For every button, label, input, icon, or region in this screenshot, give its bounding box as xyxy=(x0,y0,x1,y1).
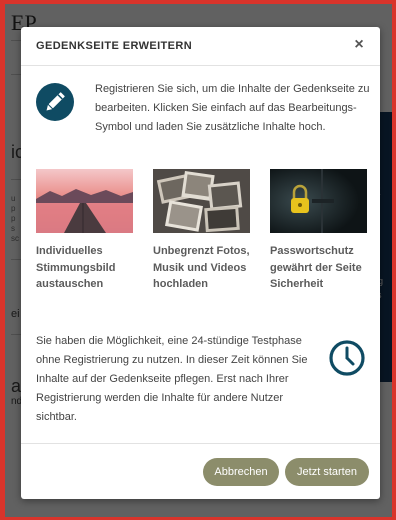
padlock-image xyxy=(270,169,367,233)
trial-section: Sie haben die Möglichkeit, eine 24-stünd… xyxy=(36,332,366,427)
photos-image xyxy=(153,169,250,233)
trial-text: Sie haben die Möglichkeit, eine 24-stünd… xyxy=(36,335,308,423)
feature-label: Unbegrenzt Fotos, Musik und Videos hochl… xyxy=(153,245,250,290)
dialog-title: GEDENKSEITE ERWEITERN xyxy=(36,40,193,52)
extend-memorial-dialog: GEDENKSEITE ERWEITERN × Registrieren Sie… xyxy=(21,27,380,499)
feature-label: Passwortschutz gewährt der Seite Sicherh… xyxy=(270,245,362,290)
dialog-footer: Abbrechen Jetzt starten xyxy=(21,443,380,499)
pier-sunset-image xyxy=(36,169,133,233)
start-now-button[interactable]: Jetzt starten xyxy=(285,458,369,486)
dialog-header: GEDENKSEITE ERWEITERN × xyxy=(21,27,380,66)
close-button[interactable]: × xyxy=(350,36,368,54)
cancel-button[interactable]: Abbrechen xyxy=(203,458,279,486)
feature-password-protection: Passwortschutz gewährt der Seite Sicherh… xyxy=(270,169,368,293)
feature-unlimited-media: Unbegrenzt Fotos, Musik und Videos hochl… xyxy=(153,169,251,293)
pencil-icon xyxy=(36,83,74,121)
feature-label: Individuelles Stimmungsbild austauschen xyxy=(36,245,116,290)
intro-text: Registrieren Sie sich, um die Inhalte de… xyxy=(95,83,370,133)
clock-icon xyxy=(329,340,365,376)
feature-mood-image: Individuelles Stimmungsbild austauschen xyxy=(36,169,134,293)
